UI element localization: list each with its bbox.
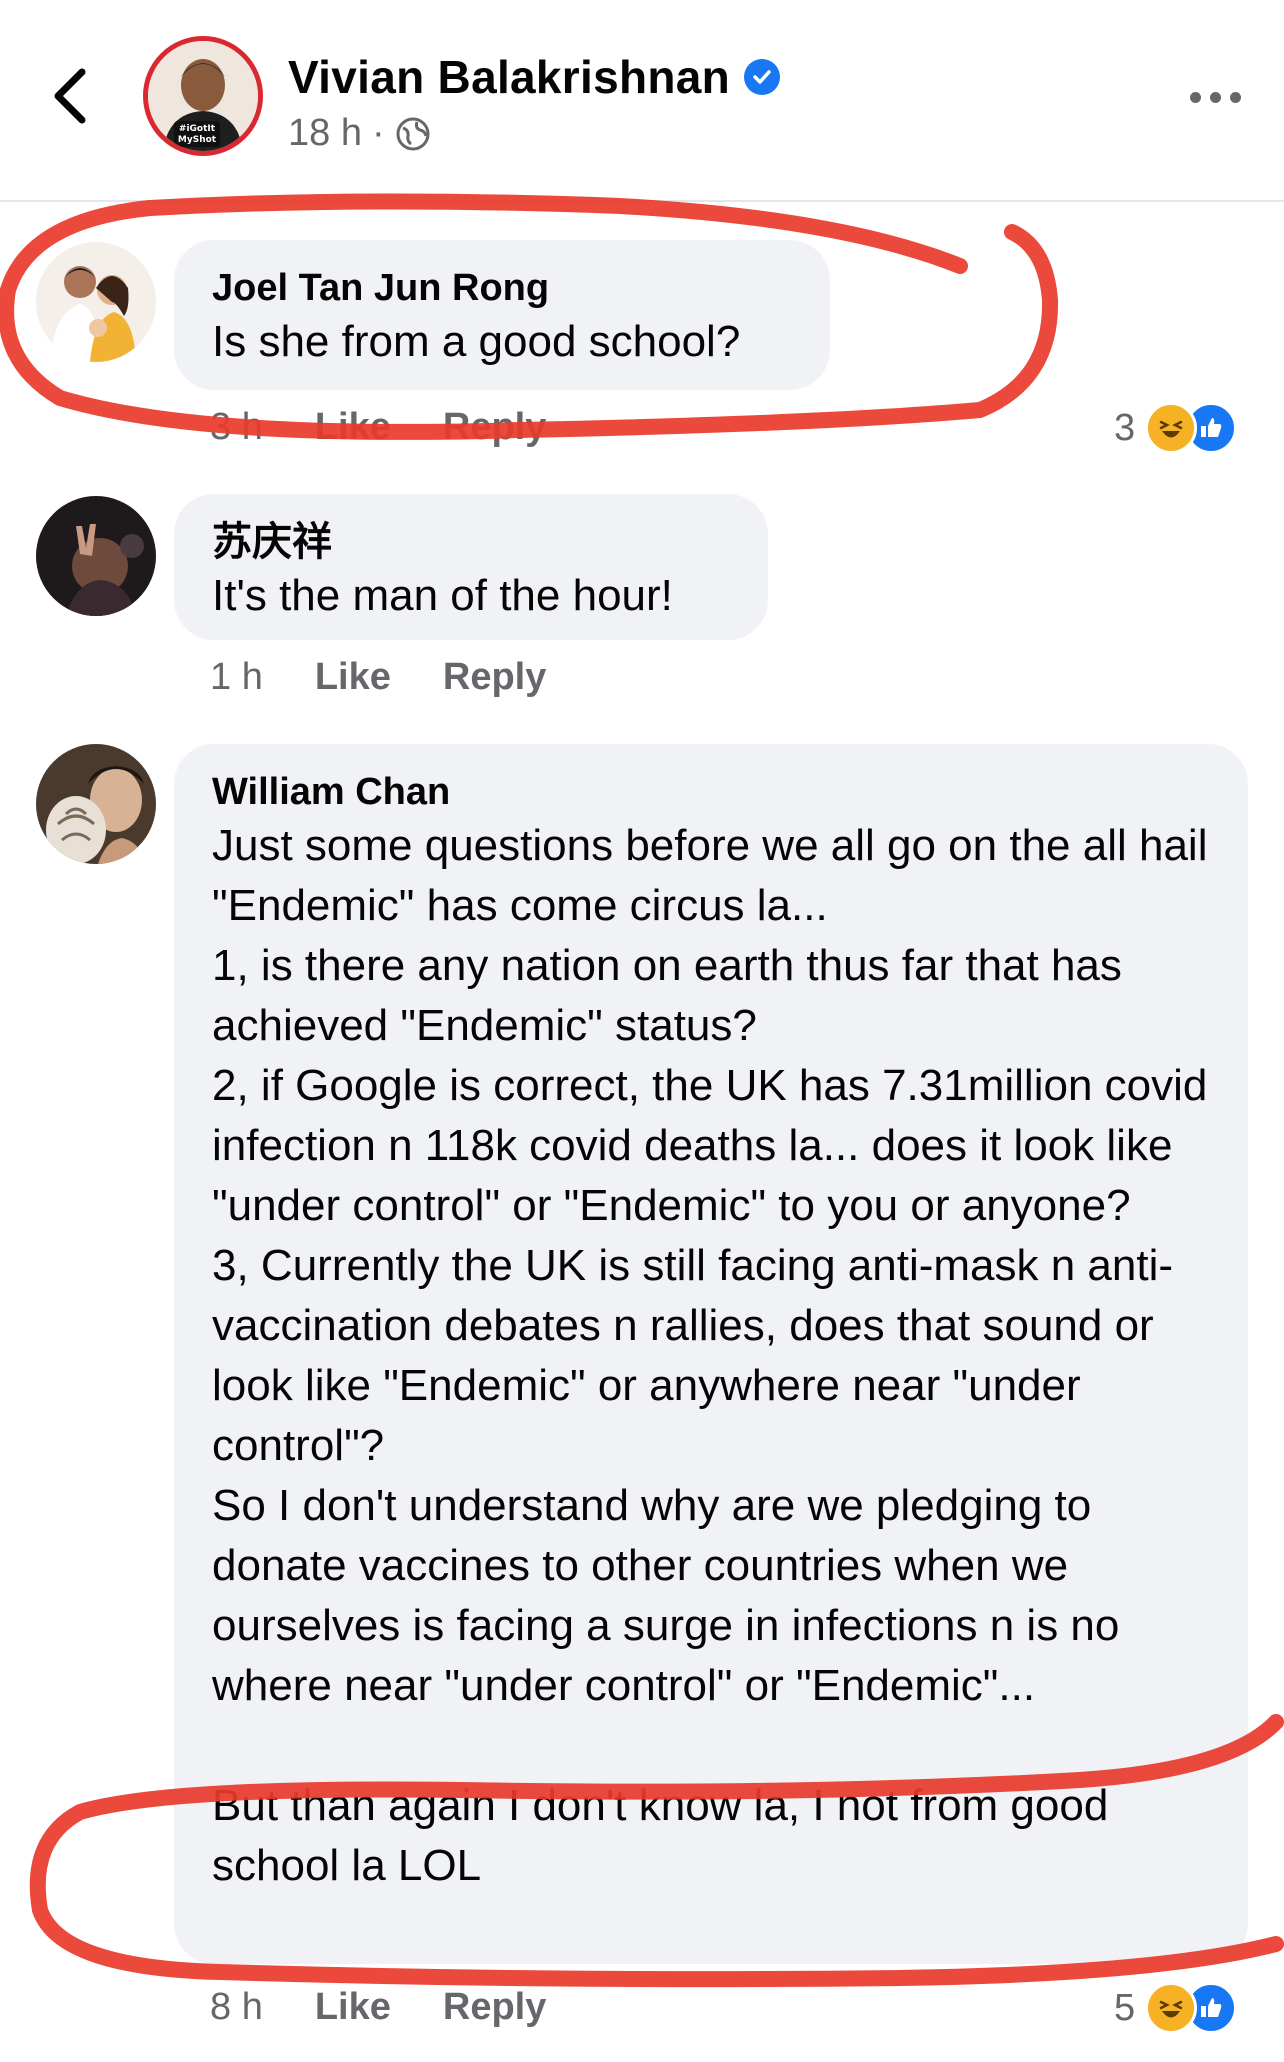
reaction-count: 3	[1114, 406, 1136, 449]
post-time[interactable]: 18 h	[288, 112, 362, 155]
page-avatar[interactable]: #iGotIt MyShot	[143, 36, 263, 156]
reaction-summary[interactable]: 3	[1114, 402, 1238, 454]
commenter-avatar[interactable]	[36, 496, 156, 616]
comment-author[interactable]: William Chan	[212, 768, 1210, 816]
comment-time[interactable]: 8 h	[210, 1986, 263, 2029]
more-options-icon[interactable]	[1180, 72, 1250, 122]
avatar-photo	[36, 242, 156, 362]
comment-author[interactable]: 苏庆祥	[212, 518, 730, 566]
comment-bubble[interactable]: 苏庆祥 It's the man of the hour!	[174, 494, 768, 640]
reply-button[interactable]: Reply	[443, 656, 546, 699]
globe-icon[interactable]	[395, 116, 431, 152]
back-button[interactable]	[40, 58, 100, 134]
avatar-photo	[36, 744, 156, 864]
comment-text: Is she from a good school?	[212, 317, 741, 366]
meta-separator: ·	[371, 112, 385, 154]
haha-icon	[1145, 402, 1198, 454]
reaction-summary[interactable]: 5	[1114, 1982, 1238, 2034]
reply-button[interactable]: Reply	[443, 1986, 546, 2029]
avatar-photo: #iGotIt MyShot	[148, 41, 258, 151]
back-arrow-icon	[54, 68, 86, 124]
comment-bubble[interactable]: Joel Tan Jun Rong Is she from a good sch…	[174, 240, 830, 390]
comment-bubble[interactable]: William Chan Just some questions before …	[174, 744, 1248, 1964]
reaction-count: 5	[1114, 1986, 1136, 2029]
avatar-photo	[36, 496, 156, 616]
comment-actions: 1 h Like Reply	[210, 656, 546, 699]
like-button[interactable]: Like	[315, 1986, 391, 2029]
comment-author[interactable]: Joel Tan Jun Rong	[212, 264, 792, 312]
avatar-badge-text-1: #iGotIt	[179, 124, 216, 134]
verified-badge-icon	[744, 59, 781, 95]
comment-time[interactable]: 3 h	[210, 406, 263, 449]
comment-actions: 8 h Like Reply	[210, 1986, 546, 2029]
comment-actions: 3 h Like Reply	[210, 406, 546, 449]
post-meta: 18 h ·	[288, 112, 431, 155]
like-button[interactable]: Like	[315, 406, 391, 449]
comment-time[interactable]: 1 h	[210, 656, 263, 699]
like-button[interactable]: Like	[315, 656, 391, 699]
haha-icon	[1145, 1982, 1198, 2034]
comment-text: It's the man of the hour!	[212, 571, 673, 620]
page-name-row[interactable]: Vivian Balakrishnan	[288, 50, 781, 104]
avatar-badge-text-2: MyShot	[178, 135, 217, 145]
post-header: #iGotIt MyShot Vivian Balakrishnan 18 h …	[0, 0, 1284, 202]
comment-text: Just some questions before we all go on …	[212, 821, 1208, 1890]
commenter-avatar[interactable]	[36, 242, 156, 362]
commenter-avatar[interactable]	[36, 744, 156, 864]
page-name[interactable]: Vivian Balakrishnan	[288, 50, 730, 104]
reply-button[interactable]: Reply	[443, 406, 546, 449]
